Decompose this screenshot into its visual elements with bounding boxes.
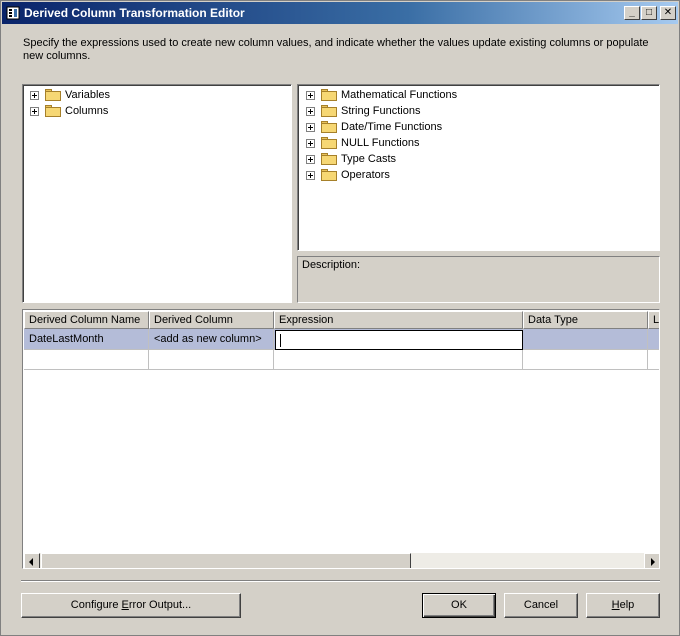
folder-icon [321,105,337,117]
button-label-accel: E [121,599,129,611]
tree-item-null-functions[interactable]: NULL Functions [306,135,419,151]
column-header-expression[interactable]: Expression [274,311,523,329]
derived-columns-grid[interactable]: Derived Column Name Derived Column Expre… [22,309,660,569]
tree-item-label: Mathematical Functions [341,89,458,101]
expand-icon[interactable] [306,154,315,164]
column-header-derived-column-name[interactable]: Derived Column Name [24,311,149,329]
tree-item-label: NULL Functions [341,137,420,149]
horizontal-scrollbar[interactable] [24,553,659,568]
divider [21,580,660,582]
instruction-text: Specify the expressions used to create n… [23,37,649,62]
dialog-window: Derived Column Transformation Editor _ □… [0,0,680,636]
folder-icon [45,105,61,117]
column-header-derived-column[interactable]: Derived Column [149,311,274,329]
maximize-button[interactable]: □ [641,6,657,20]
expand-icon[interactable] [30,106,39,116]
tree-item-variables[interactable]: Variables [30,87,110,103]
expand-icon[interactable] [306,138,315,148]
tree-item-mathematical-functions[interactable]: Mathematical Functions [306,87,457,103]
expand-icon[interactable] [306,122,315,132]
tree-item-label: Date/Time Functions [341,121,443,133]
expand-icon[interactable] [30,90,39,100]
column-header-length[interactable]: Le [648,311,659,329]
configure-error-output-button[interactable]: Configure Error Output... [21,593,241,618]
tree-item-label: Variables [65,89,111,101]
folder-icon [321,169,337,181]
variables-columns-tree[interactable]: Variables Columns [22,84,292,303]
ok-button[interactable]: OK [422,593,496,618]
folder-icon [321,89,337,101]
button-label-accel: H [611,599,620,611]
cell-empty[interactable] [274,350,523,370]
cell-empty[interactable] [523,350,648,370]
column-header-data-type[interactable]: Data Type [523,311,648,329]
window-title: Derived Column Transformation Editor [24,6,245,20]
transform-editor-icon [6,6,20,20]
tree-item-label: Operators [341,169,390,181]
functions-tree[interactable]: Mathematical Functions String Functions … [297,84,660,251]
minimize-button[interactable]: _ [624,6,640,20]
tree-item-label: Columns [65,105,109,117]
cell-empty[interactable] [648,350,659,370]
cell-length[interactable] [648,329,659,350]
button-label: Configure [70,599,122,611]
tree-item-datetime-functions[interactable]: Date/Time Functions [306,119,442,135]
maximize-icon: □ [645,7,653,18]
tree-item-string-functions[interactable]: String Functions [306,103,420,119]
expand-icon[interactable] [306,106,315,116]
title-bar[interactable]: Derived Column Transformation Editor _ □… [2,2,678,24]
arrow-right-icon [651,558,655,566]
folder-icon [321,121,337,133]
description-panel: Description: [297,256,660,303]
expand-icon[interactable] [306,170,315,180]
help-button[interactable]: Help [586,593,660,618]
cell-data-type[interactable] [523,329,648,350]
expand-icon[interactable] [306,90,315,100]
close-button[interactable]: ✕ [660,6,676,20]
scroll-right-button[interactable] [644,553,659,568]
table-row-empty[interactable] [24,350,659,370]
close-icon: ✕ [663,7,673,18]
scroll-thumb[interactable] [41,553,411,568]
tree-item-columns[interactable]: Columns [30,103,108,119]
arrow-left-icon [29,558,33,566]
description-label: Description: [302,259,361,271]
expression-input[interactable] [275,330,523,350]
button-label: rror Output... [128,599,192,611]
folder-icon [321,137,337,149]
text-caret [280,334,281,347]
tree-item-type-casts[interactable]: Type Casts [306,151,396,167]
cell-empty[interactable] [149,350,274,370]
button-label: elp [619,599,635,611]
cell-derived-column[interactable]: <add as new column> [149,329,274,350]
tree-item-operators[interactable]: Operators [306,167,390,183]
cancel-button[interactable]: Cancel [504,593,578,618]
tree-item-label: String Functions [341,105,421,117]
cell-empty[interactable] [24,350,149,370]
folder-icon [321,153,337,165]
scroll-left-button[interactable] [24,553,40,568]
tree-item-label: Type Casts [341,153,397,165]
folder-icon [45,89,61,101]
minimize-icon: _ [629,7,635,18]
cell-derived-column-name[interactable]: DateLastMonth [24,329,149,350]
